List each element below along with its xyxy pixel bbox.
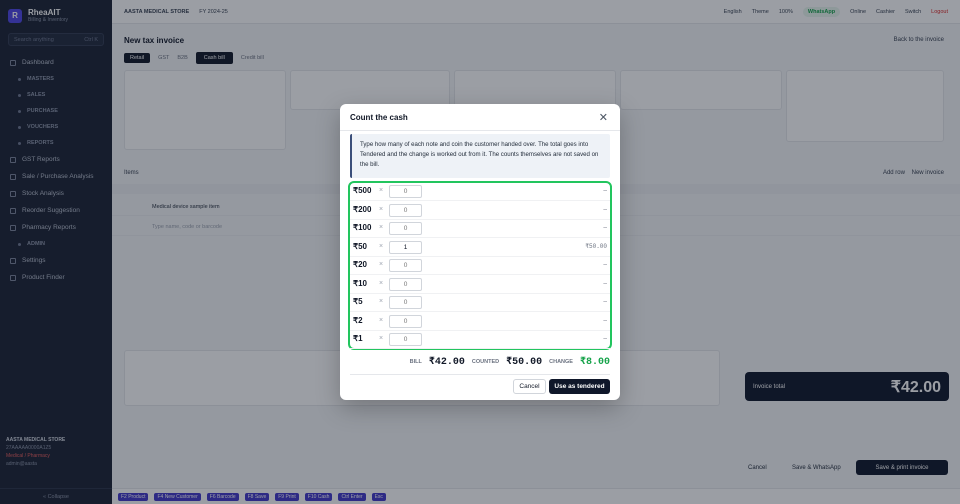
bill-label: BILL <box>409 359 422 365</box>
denomination-amount: — <box>603 335 607 342</box>
denomination-count-input[interactable] <box>389 203 422 217</box>
denomination-count-input[interactable] <box>389 277 422 291</box>
denomination-row: ₹10 × — <box>350 276 610 294</box>
denomination-amount: — <box>603 187 607 194</box>
cash-summary: BILL ₹42.00 COUNTED ₹50.00 CHANGE ₹8.00 <box>350 355 610 369</box>
dialog-divider <box>340 130 620 131</box>
denomination-amount: — <box>603 261 607 268</box>
denomination-count-input[interactable] <box>389 314 422 328</box>
dialog-footer-divider <box>350 374 610 375</box>
times-icon: × <box>379 316 384 324</box>
dialog-info: Type how many of each note and coin the … <box>350 134 610 178</box>
denomination-label: ₹50 <box>353 241 367 251</box>
denomination-amount: — <box>603 298 607 305</box>
times-icon: × <box>379 205 384 213</box>
cancel-button[interactable]: Cancel <box>513 379 546 394</box>
denomination-row: ₹50 × ₹50.00 <box>350 239 610 257</box>
close-icon[interactable]: ✕ <box>599 111 608 124</box>
denomination-label: ₹500 <box>353 186 372 195</box>
denomination-row: ₹500 × — <box>350 183 610 201</box>
denomination-count-input[interactable] <box>389 296 422 309</box>
change-label: CHANGE <box>549 359 573 365</box>
times-icon: × <box>379 224 384 231</box>
denomination-row: ₹1 × — <box>350 331 610 349</box>
denomination-amount: — <box>603 224 607 231</box>
times-icon: × <box>379 261 384 268</box>
use-as-tendered-button[interactable]: Use as tendered <box>549 379 610 394</box>
counted-label: COUNTED <box>471 359 500 365</box>
dialog-title: Count the cash <box>350 113 408 122</box>
denomination-label: ₹2 <box>353 315 363 325</box>
times-icon: × <box>379 187 384 194</box>
denomination-amount: — <box>603 279 607 287</box>
denomination-list: ₹500×—₹200×—₹100×—₹50×₹50.00₹20×—₹10×—₹5… <box>348 181 612 350</box>
times-icon: × <box>379 335 384 342</box>
denomination-label: ₹100 <box>353 223 372 232</box>
denomination-label: ₹1 <box>353 334 363 343</box>
count-cash-dialog: Count the cash ✕ Type how many of each n… <box>340 104 620 400</box>
denomination-label: ₹10 <box>353 278 367 288</box>
denomination-amount: — <box>603 316 607 324</box>
denomination-amount: — <box>603 205 607 213</box>
denomination-amount: ₹50.00 <box>585 242 607 250</box>
counted-value: ₹50.00 <box>506 357 543 368</box>
denomination-label: ₹200 <box>353 204 372 214</box>
denomination-row: ₹2 × — <box>350 313 610 331</box>
denomination-count-input[interactable] <box>389 185 422 198</box>
change-value: ₹8.00 <box>579 357 610 368</box>
denomination-row: ₹200 × — <box>350 202 610 220</box>
denomination-count-input[interactable] <box>389 240 422 254</box>
denomination-count-input[interactable] <box>389 333 422 346</box>
times-icon: × <box>379 298 384 305</box>
denomination-count-input[interactable] <box>389 222 422 235</box>
denomination-label: ₹20 <box>353 260 367 269</box>
times-icon: × <box>379 279 384 287</box>
denomination-row: ₹20 × — <box>350 257 610 275</box>
denomination-count-input[interactable] <box>389 259 422 272</box>
denomination-row: ₹100 × — <box>350 220 610 238</box>
denomination-row: ₹5 × — <box>350 294 610 312</box>
bill-value: ₹42.00 <box>428 357 465 368</box>
denomination-label: ₹5 <box>353 297 363 306</box>
times-icon: × <box>379 242 384 250</box>
